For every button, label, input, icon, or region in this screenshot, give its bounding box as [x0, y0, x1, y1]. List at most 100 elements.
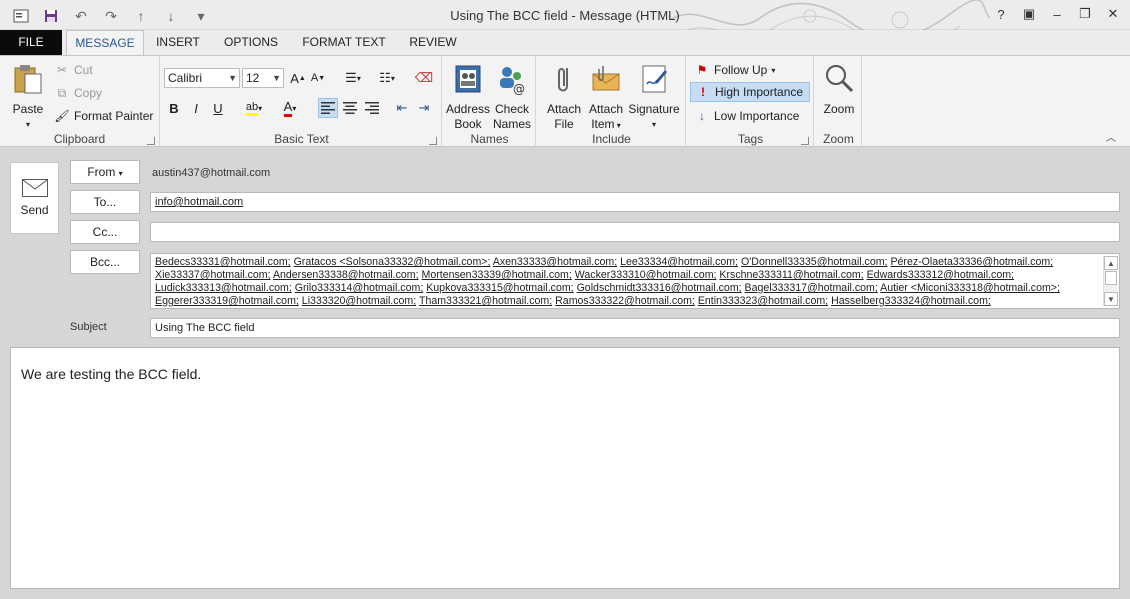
tab-options[interactable]: OPTIONS [216, 30, 286, 56]
tab-review[interactable]: REVIEW [402, 30, 464, 56]
bcc-recipient[interactable]: Ludick333313@hotmail.com; [155, 282, 292, 294]
bcc-recipient[interactable]: Wacker333310@hotmail.com; [575, 269, 717, 281]
tab-file[interactable]: FILE [0, 30, 62, 56]
tab-format-text[interactable]: FORMAT TEXT [296, 30, 392, 56]
bcc-recipient[interactable]: Ramos333322@hotmail.com; [555, 295, 695, 307]
tab-insert[interactable]: INSERT [150, 30, 206, 56]
check-names-icon: @ [500, 67, 525, 96]
bcc-recipient[interactable]: Andersen33338@hotmail.com; [273, 269, 419, 281]
follow-up-button[interactable]: ⚑ Follow Up ▾ [694, 60, 776, 80]
bcc-recipient[interactable]: Xie33337@hotmail.com; [155, 269, 271, 281]
underline-button[interactable]: U [208, 98, 228, 118]
collapse-ribbon-icon[interactable]: ︿ [1106, 129, 1116, 144]
align-right-button[interactable] [362, 98, 382, 118]
paste-button[interactable]: Paste ▾ [8, 62, 48, 132]
paintbrush-icon: 🖌 [54, 109, 70, 123]
clipboard-dialog-launcher[interactable] [147, 137, 155, 145]
signature-button[interactable]: Signature ▾ [626, 62, 682, 132]
bold-button[interactable]: B [164, 98, 184, 118]
bcc-recipient[interactable]: Pérez-Olaeta33336@hotmail.com; [890, 256, 1053, 268]
include-group-label: Include [592, 132, 631, 146]
signature-icon [642, 65, 667, 93]
bcc-recipient[interactable]: Li333320@hotmail.com; [302, 295, 416, 307]
zoom-button[interactable]: Zoom [818, 62, 860, 117]
from-button[interactable]: From ▾ [70, 160, 140, 184]
bcc-recipient[interactable]: Tham333321@hotmail.com; [419, 295, 552, 307]
ribbon-tabs: FILE MESSAGE INSERT OPTIONS FORMAT TEXT … [0, 30, 1130, 56]
bcc-recipient[interactable]: Autier <Miconi333318@hotmail.com>; [880, 282, 1060, 294]
check-names-button[interactable]: @ Check Names [490, 62, 534, 132]
low-importance-button[interactable]: ↓ Low Importance [694, 106, 799, 126]
scroll-down-icon[interactable]: ▼ [1104, 292, 1118, 306]
align-center-button[interactable] [340, 98, 360, 118]
window-controls: ? ▣ – ❐ ✕ [990, 4, 1124, 24]
attach-item-button[interactable]: Attach Item ▾ [586, 62, 626, 133]
bcc-recipient[interactable]: Axen33333@hotmail.com; [493, 256, 617, 268]
cc-button[interactable]: Cc... [70, 220, 140, 244]
chevron-down-icon: ▾ [118, 169, 123, 178]
attach-item-icon [592, 66, 620, 91]
to-field[interactable]: info@hotmail.com [150, 192, 1120, 212]
paste-dropdown-arrow[interactable]: ▾ [8, 117, 48, 132]
subject-label: Subject [70, 321, 107, 333]
format-painter-button[interactable]: 🖌 Format Painter [54, 106, 153, 126]
zoom-group-label: Zoom [823, 132, 854, 146]
bcc-recipient[interactable]: Grilo333314@hotmail.com; [295, 282, 424, 294]
svg-text:@: @ [513, 82, 525, 96]
close-button[interactable]: ✕ [1102, 4, 1124, 24]
bcc-scrollbar[interactable]: ▲ ▼ [1103, 256, 1118, 306]
to-button[interactable]: To... [70, 190, 140, 214]
bcc-recipient[interactable]: Gratacos <Solsona33332@hotmail.com>; [294, 256, 491, 268]
restore-button[interactable]: ❐ [1074, 4, 1096, 24]
shrink-font-button[interactable]: A ▼ [308, 68, 328, 88]
chevron-down-icon: ▼ [272, 73, 281, 83]
basic-text-dialog-launcher[interactable] [429, 137, 437, 145]
bcc-recipient[interactable]: Edwards333312@hotmail.com; [867, 269, 1014, 281]
scroll-thumb[interactable] [1105, 271, 1117, 285]
bcc-recipient[interactable]: Lee33334@hotmail.com; [620, 256, 738, 268]
clear-formatting-icon[interactable]: ⌫ [414, 68, 434, 88]
align-left-button[interactable] [318, 98, 338, 118]
bcc-line: Bedecs33331@hotmail.com; Gratacos <Solso… [155, 256, 1099, 269]
font-color-button[interactable]: A ▾ [274, 98, 306, 118]
subject-field[interactable]: Using The BCC field [150, 318, 1120, 338]
bcc-button[interactable]: Bcc... [70, 250, 140, 274]
send-button[interactable]: Send [10, 162, 59, 234]
grow-font-button[interactable]: A ▲ [288, 68, 308, 88]
font-size-combo[interactable]: 12 ▼ [242, 68, 284, 88]
chevron-down-icon: ▾ [651, 120, 656, 129]
ribbon: Paste ▾ ✂ Cut ⧉ Copy 🖌 Format Painter Cl… [0, 55, 1130, 148]
high-importance-button[interactable]: ! High Importance [690, 82, 810, 102]
ribbon-display-options-button[interactable]: ▣ [1018, 4, 1040, 24]
scroll-up-icon[interactable]: ▲ [1104, 256, 1118, 270]
bcc-recipient[interactable]: Goldschmidt333316@hotmail.com; [577, 282, 742, 294]
address-book-button[interactable]: Address Book [446, 62, 490, 132]
bcc-recipient[interactable]: Bedecs33331@hotmail.com; [155, 256, 291, 268]
bcc-recipient[interactable]: Entin333323@hotmail.com; [698, 295, 828, 307]
bcc-recipient[interactable]: Hasselberg333324@hotmail.com; [831, 295, 991, 307]
numbering-button[interactable]: ☷ ▾ [372, 68, 402, 88]
bcc-recipient[interactable]: Eggerer333319@hotmail.com; [155, 295, 299, 307]
tab-message[interactable]: MESSAGE [66, 30, 144, 56]
cut-button[interactable]: ✂ Cut [54, 60, 93, 80]
increase-indent-button[interactable]: ⇥ [414, 98, 434, 118]
attach-file-button[interactable]: Attach File [542, 62, 586, 132]
cc-field[interactable] [150, 222, 1120, 242]
font-name-combo[interactable]: Calibri ▼ [164, 68, 240, 88]
bcc-field[interactable]: Bedecs33331@hotmail.com; Gratacos <Solso… [150, 253, 1120, 309]
help-button[interactable]: ? [990, 4, 1012, 24]
bcc-recipient[interactable]: Kupkova333315@hotmail.com; [426, 282, 573, 294]
tags-dialog-launcher[interactable] [801, 137, 809, 145]
decrease-indent-button[interactable]: ⇤ [392, 98, 412, 118]
bcc-recipient[interactable]: Bagel333317@hotmail.com; [745, 282, 878, 294]
bcc-recipient[interactable]: O'Donnell33335@hotmail.com; [741, 256, 887, 268]
bullets-button[interactable]: ☰ ▾ [338, 68, 368, 88]
bcc-recipient[interactable]: Krschne333311@hotmail.com; [719, 269, 863, 281]
italic-button[interactable]: I [186, 98, 206, 118]
bcc-recipient[interactable]: Mortensen33339@hotmail.com; [422, 269, 572, 281]
message-body[interactable]: We are testing the BCC field. [10, 347, 1120, 589]
copy-button[interactable]: ⧉ Copy [54, 83, 102, 103]
clipboard-group-label: Clipboard [53, 132, 106, 146]
highlight-button[interactable]: ab ▾ [238, 98, 270, 118]
minimize-button[interactable]: – [1046, 4, 1068, 24]
